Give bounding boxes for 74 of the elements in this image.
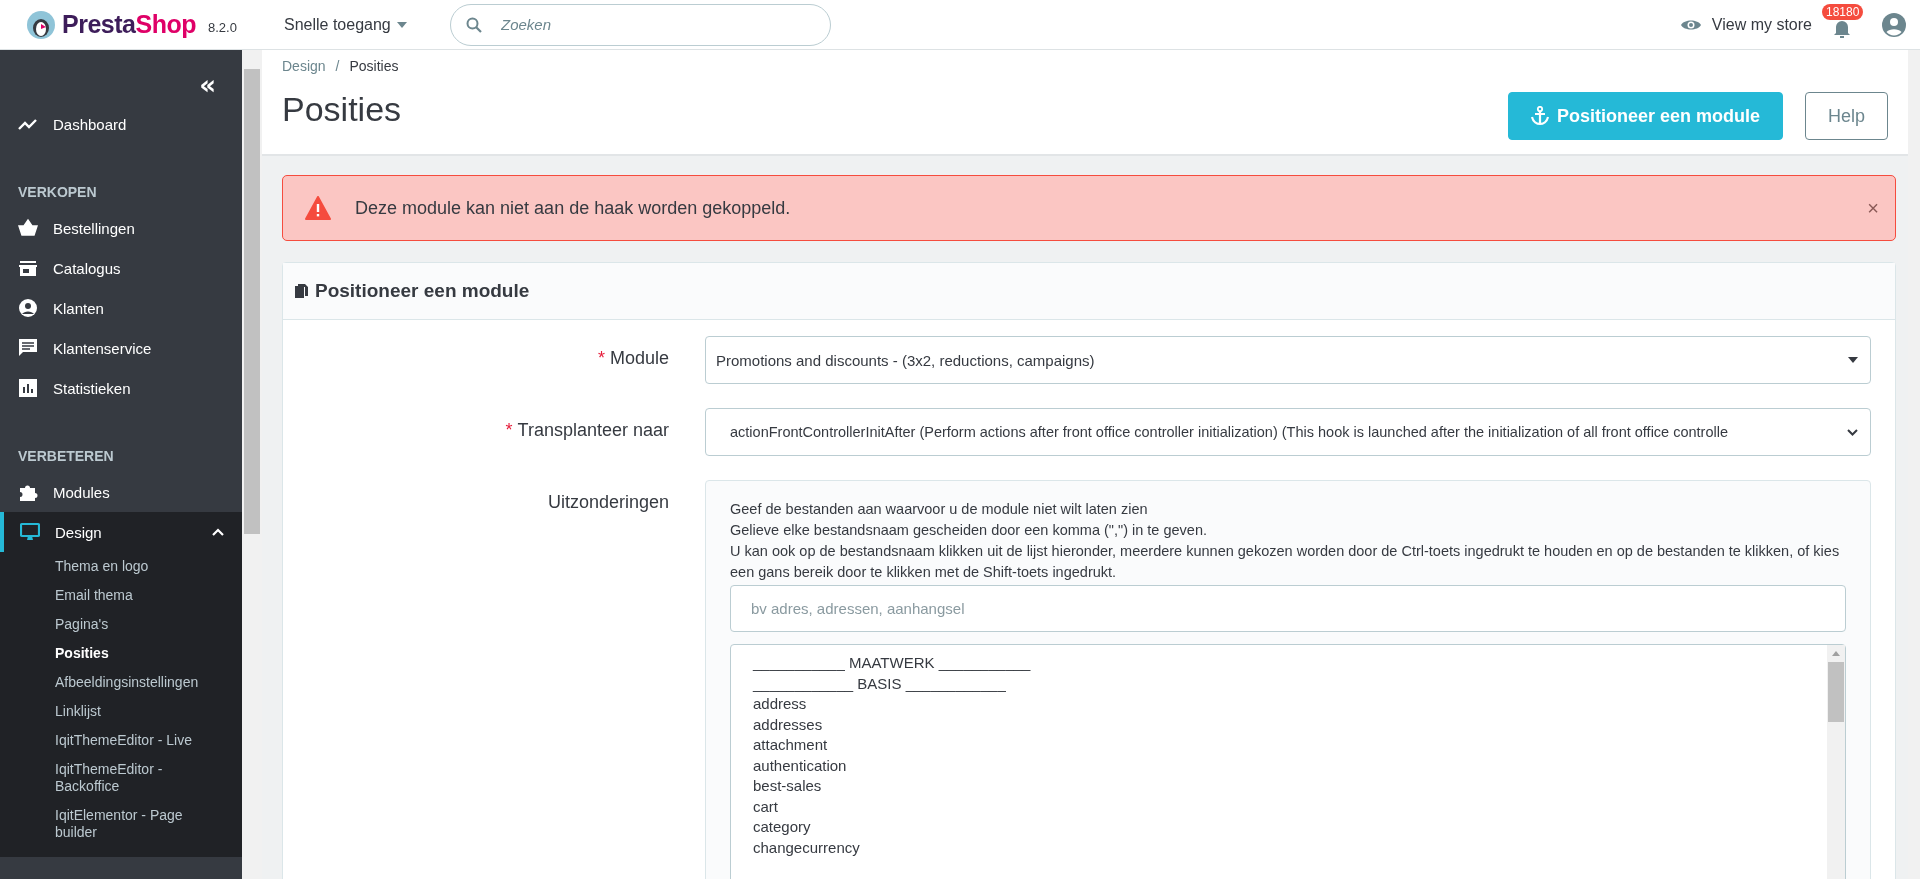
monitor-icon bbox=[20, 522, 40, 542]
chart-icon bbox=[18, 378, 38, 398]
sidebar-scrollbar[interactable] bbox=[242, 50, 262, 879]
sidebar-item[interactable]: Statistieken bbox=[0, 368, 242, 408]
field-label: * Transplanteer naar bbox=[504, 419, 669, 442]
search-field[interactable]: Zoeken bbox=[450, 3, 831, 46]
list-option[interactable]: authentication bbox=[753, 755, 1805, 776]
brand-name[interactable]: PrestaShop bbox=[62, 10, 196, 39]
list-option[interactable]: changecurrency bbox=[753, 837, 1805, 858]
list-option[interactable]: cart bbox=[753, 796, 1805, 817]
warning-icon bbox=[305, 196, 331, 220]
list-option[interactable]: ____________ BASIS ____________ bbox=[753, 673, 1805, 694]
copy-icon bbox=[295, 283, 309, 299]
collapse-sidebar-button[interactable]: « bbox=[199, 66, 216, 104]
caret-icon bbox=[396, 21, 407, 28]
select-field[interactable]: Promotions and discounts - (3x2, reductions, campaigns) bbox=[705, 336, 1871, 384]
alert-message: Deze module kan niet aan de haak worden gekoppeld. bbox=[355, 197, 792, 219]
sidebar-item[interactable]: Dashboard bbox=[0, 104, 242, 144]
help-text: U kan ook op de bestandsnaam klikken uit de lijst hieronder, meerdere kunnen gekozen worden door de Ctrl-toets ingedrukt te houden en op de bestanden te klikken, of kies een gans bereik door te klikken met de Shift-toets ingedrukt. bbox=[730, 542, 1841, 582]
sidebar-item[interactable]: Catalogus bbox=[0, 248, 242, 288]
file-listbox[interactable]: ___________ MAATWERK ___________ ____________ BASIS ____________ address addresses attachment authentication best-sales cart category changecurrency bbox=[730, 644, 1846, 879]
chat-icon bbox=[18, 338, 38, 358]
sidebar-item[interactable]: Klantenservice bbox=[0, 328, 242, 368]
submenu-item[interactable]: IqitThemeEditor - Live bbox=[0, 726, 242, 755]
scrollbar-thumb[interactable] bbox=[244, 69, 260, 534]
scroll-up-arrow-icon[interactable] bbox=[1832, 651, 1840, 656]
sidebar-item[interactable]: Modules bbox=[0, 472, 242, 512]
view-store-link[interactable]: View my store bbox=[1679, 15, 1812, 34]
version-label: 8.2.0 bbox=[207, 20, 237, 35]
help-text: Geef de bestanden aan waarvoor u de module niet wilt laten zien bbox=[730, 500, 1149, 519]
list-option[interactable]: address bbox=[753, 694, 1805, 715]
puffin-logo-icon bbox=[26, 9, 56, 40]
submenu-item[interactable]: Pagina's bbox=[0, 610, 242, 639]
page-title: Posities bbox=[282, 90, 402, 129]
account-icon[interactable] bbox=[1882, 12, 1906, 37]
chevron-up-icon bbox=[212, 528, 224, 536]
search-icon bbox=[466, 16, 482, 33]
person-icon bbox=[18, 298, 38, 318]
list-option[interactable]: addresses bbox=[753, 714, 1805, 735]
list-option[interactable]: ___________ MAATWERK ___________ bbox=[753, 653, 1805, 674]
select-field[interactable]: actionFrontControllerInitAfter (Perform actions after front office controller initialization) (This hook is launched after the initialization of all front office controlle bbox=[705, 408, 1871, 456]
chevron-down-icon bbox=[1847, 428, 1858, 436]
card-title: Positioneer een module bbox=[315, 280, 530, 302]
exceptions-input[interactable]: bv adres, adressen, aanhangsel bbox=[730, 585, 1846, 632]
field-label: Uitzonderingen bbox=[546, 491, 669, 514]
field-label: * Module bbox=[596, 347, 669, 370]
quick-access-dropdown[interactable]: Snelle toegang bbox=[284, 15, 450, 34]
section-heading: VERKOPEN bbox=[17, 183, 98, 202]
close-button[interactable]: × bbox=[1867, 196, 1879, 220]
breadcrumb-separator: / bbox=[335, 58, 340, 74]
basket-icon bbox=[18, 218, 38, 238]
submenu-item[interactable]: Posities bbox=[0, 639, 242, 668]
submenu-item[interactable]: IqitThemeEditor - Backoffice bbox=[0, 755, 242, 801]
submenu-item[interactable]: Thema en logo bbox=[0, 552, 242, 581]
store-icon bbox=[18, 258, 38, 278]
help-text: Gelieve elke bestandsnaam gescheiden door een komma (",") in te geven. bbox=[730, 521, 1208, 540]
list-option[interactable]: best-sales bbox=[753, 776, 1805, 797]
breadcrumb-link[interactable]: Design bbox=[282, 58, 326, 74]
submenu-item[interactable]: Email thema bbox=[0, 581, 242, 610]
scrollbar-thumb[interactable] bbox=[1828, 662, 1844, 722]
list-option[interactable]: category bbox=[753, 817, 1805, 838]
anchor-icon bbox=[1530, 106, 1549, 126]
submenu-item[interactable]: Afbeeldingsinstellingen bbox=[0, 668, 242, 697]
sidebar-item[interactable]: Klanten bbox=[0, 288, 242, 328]
submenu-item[interactable]: Linklijst bbox=[0, 697, 242, 726]
sidebar-item[interactable]: Bestellingen bbox=[0, 208, 242, 248]
section-heading: VERBETEREN bbox=[17, 447, 115, 466]
caret-icon bbox=[1848, 357, 1858, 363]
list-option[interactable]: attachment bbox=[753, 735, 1805, 756]
notification-count: 18180 bbox=[1822, 3, 1864, 20]
listbox-scrollbar[interactable] bbox=[1827, 645, 1845, 879]
submenu-item[interactable]: IqitElementor - Page builder bbox=[0, 801, 242, 847]
help-button[interactable]: Help bbox=[1804, 92, 1888, 140]
breadcrumb-link[interactable]: Posities bbox=[349, 58, 399, 74]
